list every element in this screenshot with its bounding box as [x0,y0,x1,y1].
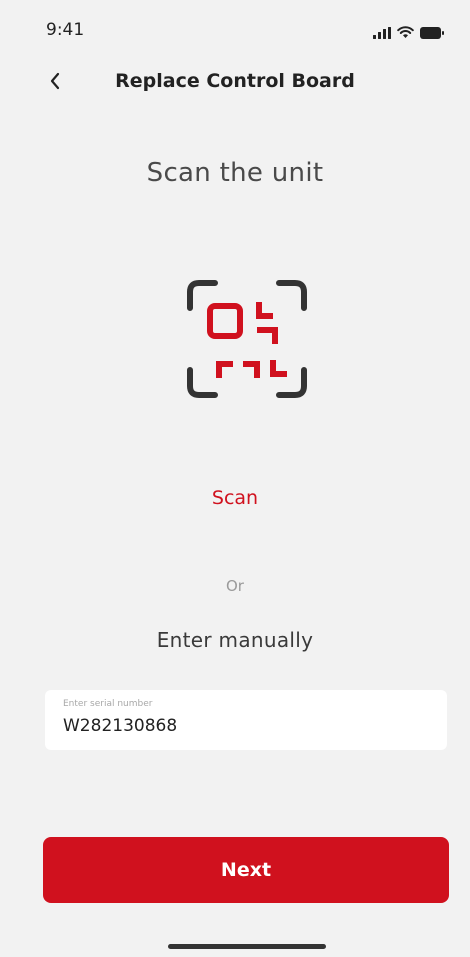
status-time: 9:41 [46,20,85,40]
qr-scan-icon [185,278,309,400]
serial-number-label: Enter serial number [63,699,153,709]
screen: 9:41 Replace Control Board Scan the unit… [0,0,470,957]
next-button[interactable]: Next [43,837,449,903]
battery-icon [420,24,444,43]
or-divider-text: Or [226,577,244,595]
signal-icon [373,24,391,43]
home-indicator [168,944,326,949]
status-icons [373,24,444,43]
wifi-icon [397,24,414,43]
enter-manually-heading: Enter manually [156,628,314,652]
page-heading: Scan the unit [146,158,324,188]
scan-button[interactable]: Scan [0,487,470,509]
nav-title: Replace Control Board [115,70,355,92]
serial-number-input[interactable] [63,716,423,736]
serial-number-field[interactable]: Enter serial number [45,690,447,750]
